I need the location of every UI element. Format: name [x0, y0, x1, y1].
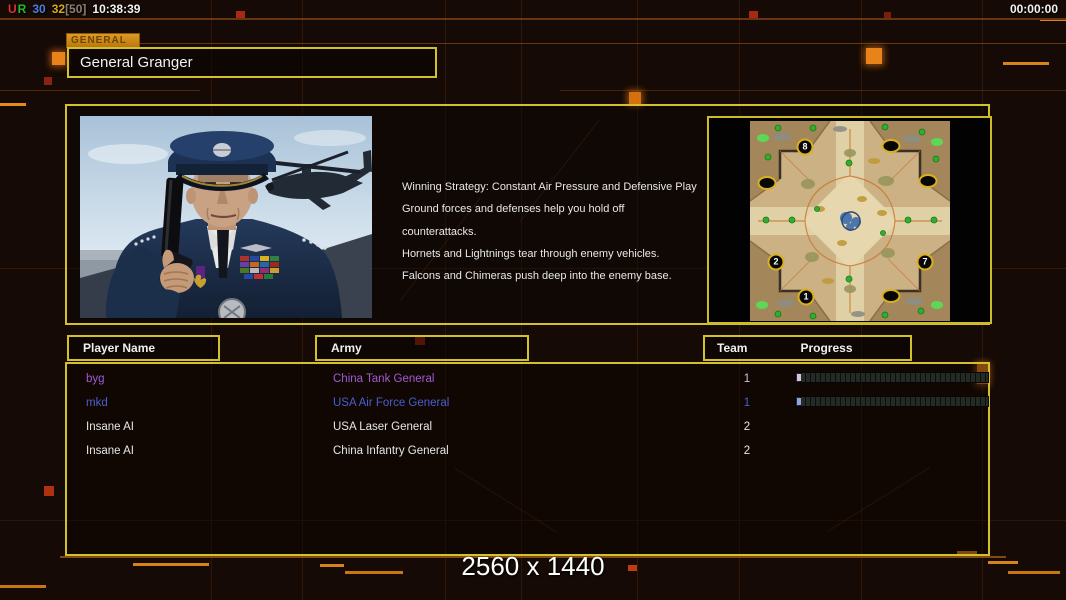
column-header-player-name: Player Name — [67, 335, 220, 361]
circuit-decoration — [0, 90, 200, 91]
map-start-marker-numbered: 8 — [796, 138, 814, 156]
player-list-panel: byg China Tank General 1 mkd USA Air For… — [65, 362, 990, 556]
strategy-line: Hornets and Lightnings tear through enem… — [402, 247, 660, 260]
circuit-decoration — [866, 48, 882, 64]
circuit-decoration — [44, 77, 52, 85]
map-start-marker-numbered: 7 — [916, 253, 934, 271]
map-start-marker-numbered: 2 — [767, 253, 785, 271]
top-status-bar: UR 30 32[50] 10:38:39 00:00:00 — [0, 0, 1066, 18]
column-header-army: Army — [315, 335, 529, 361]
player-team: 1 — [743, 373, 751, 385]
status-segment: 32 — [51, 2, 66, 16]
status-segment: U — [8, 2, 17, 16]
team-header-label: Team — [717, 341, 748, 355]
strategy-line: Falcons and Chimeras push deep into the … — [402, 270, 672, 283]
circuit-decoration — [0, 18, 1066, 20]
player-row: byg China Tank General 1 — [67, 368, 989, 392]
circuit-decoration — [0, 585, 46, 588]
player-army: China Tank General — [333, 373, 435, 385]
status-segment: [50] — [65, 2, 87, 16]
general-name-box: General Granger — [67, 47, 437, 78]
player-row: Insane AI China Infantry General 2 — [67, 440, 988, 464]
status-segment: R — [17, 2, 27, 16]
map-preview-image: 8 2 7 1 — [749, 120, 951, 322]
circuit-decoration — [52, 52, 65, 65]
progress-header-label: Progress — [800, 341, 853, 355]
army-header-label: Army — [331, 341, 362, 355]
strategy-line: Winning Strategy: Constant Air Pressure … — [402, 181, 697, 193]
map-start-marker-empty — [881, 289, 901, 303]
status-segment: 10:38:39 — [92, 2, 141, 16]
map-start-marker-empty — [918, 174, 938, 188]
match-timer: 00:00:00 — [1009, 2, 1058, 16]
loading-progress-fill — [797, 398, 801, 405]
general-name: General Granger — [80, 54, 193, 71]
player-name: byg — [86, 373, 105, 385]
circuit-decoration — [1003, 62, 1049, 65]
player-row: mkd USA Air Force General 1 — [67, 392, 989, 416]
player-name: mkd — [86, 397, 108, 409]
circuit-decoration — [140, 43, 1066, 44]
map-preview-panel: 8 2 7 1 — [707, 116, 992, 324]
player-team: 2 — [743, 421, 751, 433]
general-tab-label: GENERAL — [66, 33, 140, 48]
column-header-team-progress: Team Progress — [703, 335, 912, 361]
circuit-decoration — [560, 90, 1066, 91]
loading-progress-bar — [795, 372, 989, 383]
circuit-decoration — [0, 103, 26, 106]
circuit-decoration — [44, 486, 54, 496]
player-army: USA Laser General — [333, 421, 433, 433]
player-name: Insane AI — [86, 421, 134, 433]
map-start-marker-empty — [881, 139, 901, 153]
general-portrait — [80, 116, 372, 326]
player-army: China Infantry General — [333, 445, 449, 457]
loading-progress-bar — [795, 396, 989, 407]
map-start-markers: 8 2 7 1 — [750, 121, 950, 321]
strategy-line: Ground forces and defenses help you hold… — [402, 203, 625, 238]
loading-progress-fill — [797, 374, 801, 381]
player-team: 2 — [743, 445, 751, 457]
map-start-marker-empty — [757, 176, 777, 190]
general-portrait-image — [80, 116, 372, 326]
strategy-text: Winning Strategy: Constant Air Pressure … — [402, 176, 702, 287]
resolution-label: 2560 x 1440 — [461, 551, 605, 581]
player-name: Insane AI — [86, 445, 134, 457]
player-team: 1 — [743, 397, 751, 409]
map-start-marker-numbered: 1 — [797, 288, 815, 306]
player-name-header-label: Player Name — [83, 341, 156, 355]
circuit-decoration — [629, 92, 641, 104]
player-army: USA Air Force General — [333, 397, 450, 409]
general-info-panel: Winning Strategy: Constant Air Pressure … — [65, 104, 992, 326]
status-segment: 30 — [32, 2, 46, 16]
debug-status-readout: UR 30 32[50] 10:38:39 — [8, 2, 140, 16]
player-row: Insane AI USA Laser General 2 — [67, 416, 988, 440]
